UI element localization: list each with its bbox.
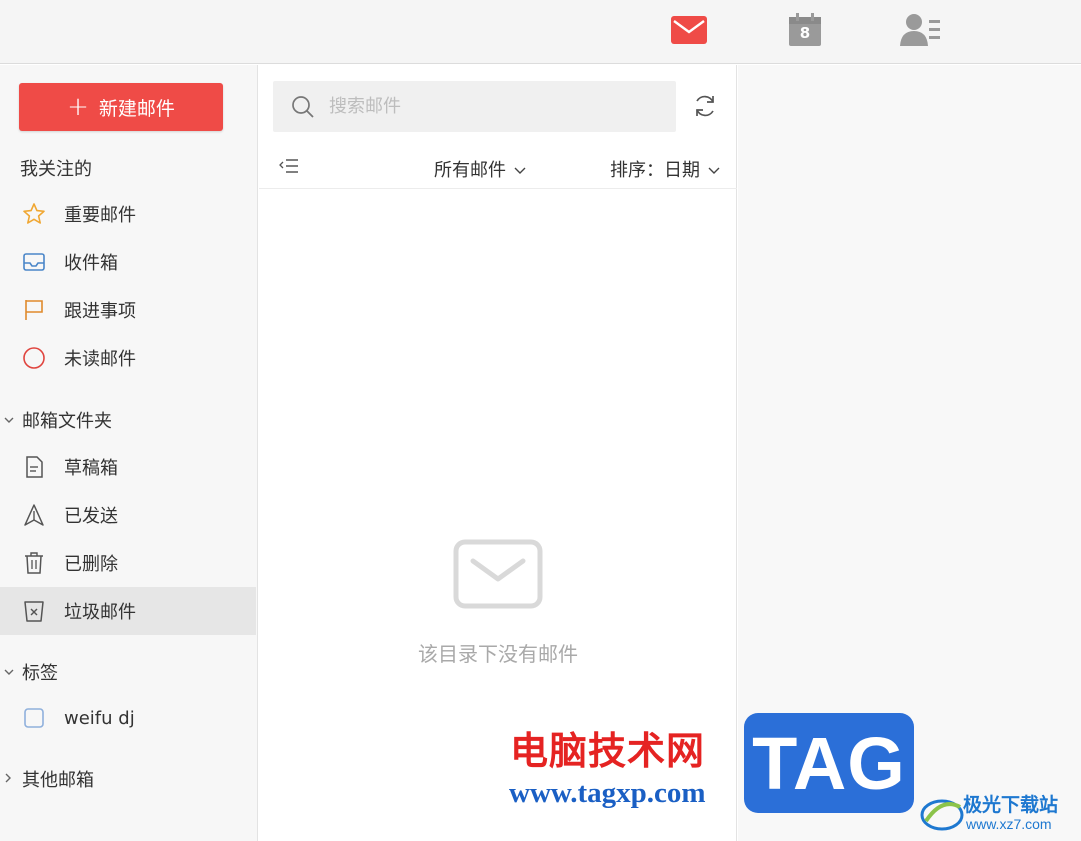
empty-mail-icon: [453, 539, 543, 613]
watermark-logo-text: 极光下载站: [963, 794, 1059, 816]
watermark-site-name: 电脑技术网: [510, 728, 706, 773]
watermark-logo-url: www.xz7.com: [966, 816, 1052, 832]
sidebar-item-label: 垃圾邮件: [64, 602, 136, 623]
compose-button[interactable]: + 新建邮件: [19, 83, 223, 131]
refresh-icon[interactable]: [692, 93, 718, 119]
chevron-down-icon: [4, 665, 22, 679]
sort-dropdown[interactable]: 排序：日期: [610, 156, 720, 182]
empty-state-text: 该目录下没有邮件: [418, 642, 578, 666]
filter-dropdown[interactable]: 所有邮件: [434, 156, 526, 182]
list-toolbar: 所有邮件 排序：日期: [259, 143, 737, 189]
compose-label: 新建邮件: [98, 97, 175, 120]
inbox-icon: [22, 250, 46, 274]
star-icon: [22, 202, 46, 226]
tags-title: 标签: [22, 663, 58, 684]
draft-icon: [22, 455, 46, 479]
sidebar-item-inbox[interactable]: 收件箱: [0, 238, 256, 286]
sidebar-item-deleted[interactable]: 已删除: [0, 539, 256, 587]
sidebar-item-label: 草稿箱: [64, 458, 118, 479]
filter-label: 所有邮件: [434, 160, 506, 181]
watermark-site-url: www.tagxp.com: [509, 777, 706, 809]
sidebar-item-label: 重要邮件: [64, 205, 136, 226]
search-box[interactable]: [273, 81, 676, 132]
trash-icon: [22, 551, 46, 575]
sidebar-item-label: 收件箱: [64, 253, 118, 274]
watermark-tag-logo: TAG: [744, 713, 914, 813]
sidebar: + 新建邮件 我关注的 重要邮件 收件箱 跟进事项 未读邮件 邮箱文件夹 草稿箱…: [0, 65, 258, 841]
sidebar-item-drafts[interactable]: 草稿箱: [0, 443, 256, 491]
collapse-sidebar-icon[interactable]: [279, 157, 299, 175]
spam-icon: [22, 599, 46, 623]
unread-circle-icon: [22, 346, 46, 370]
sidebar-item-label: 已删除: [64, 554, 118, 575]
tag-checkbox-icon: [22, 706, 46, 730]
sort-label: 排序：日期: [610, 160, 700, 181]
sent-icon: [22, 503, 46, 527]
favorites-title: 我关注的: [20, 159, 92, 180]
mail-icon[interactable]: [668, 10, 710, 50]
sidebar-item-sent[interactable]: 已发送: [0, 491, 256, 539]
chevron-down-icon: [708, 167, 720, 174]
sidebar-item-label: 跟进事项: [64, 301, 136, 322]
sidebar-item-label: 已发送: [64, 506, 118, 527]
other-mailboxes-toggle[interactable]: 其他邮箱: [4, 766, 94, 792]
search-input[interactable]: [329, 96, 629, 117]
sidebar-item-spam[interactable]: 垃圾邮件: [0, 587, 256, 635]
sidebar-item-followup[interactable]: 跟进事项: [0, 286, 256, 334]
flag-icon: [22, 298, 46, 322]
sidebar-item-important[interactable]: 重要邮件: [0, 190, 256, 238]
plus-icon: +: [67, 92, 89, 122]
tags-group-toggle[interactable]: 标签: [4, 659, 58, 685]
sidebar-item-label: weifu dj: [64, 707, 135, 729]
sidebar-item-unread[interactable]: 未读邮件: [0, 334, 256, 382]
folders-title: 邮箱文件夹: [22, 411, 112, 432]
contacts-icon[interactable]: [898, 10, 944, 50]
calendar-day: 8: [799, 24, 811, 42]
top-bar: 8: [0, 0, 1081, 64]
other-mailboxes-title: 其他邮箱: [22, 770, 94, 791]
chevron-right-icon: [4, 772, 22, 786]
chevron-down-icon: [4, 413, 22, 427]
calendar-icon[interactable]: 8: [786, 10, 824, 50]
sidebar-item-tag-weifu-dj[interactable]: weifu dj: [0, 694, 256, 742]
chevron-down-icon: [514, 167, 526, 174]
sidebar-item-label: 未读邮件: [64, 349, 136, 370]
search-icon: [291, 95, 315, 119]
folders-group-toggle[interactable]: 邮箱文件夹: [4, 407, 112, 433]
